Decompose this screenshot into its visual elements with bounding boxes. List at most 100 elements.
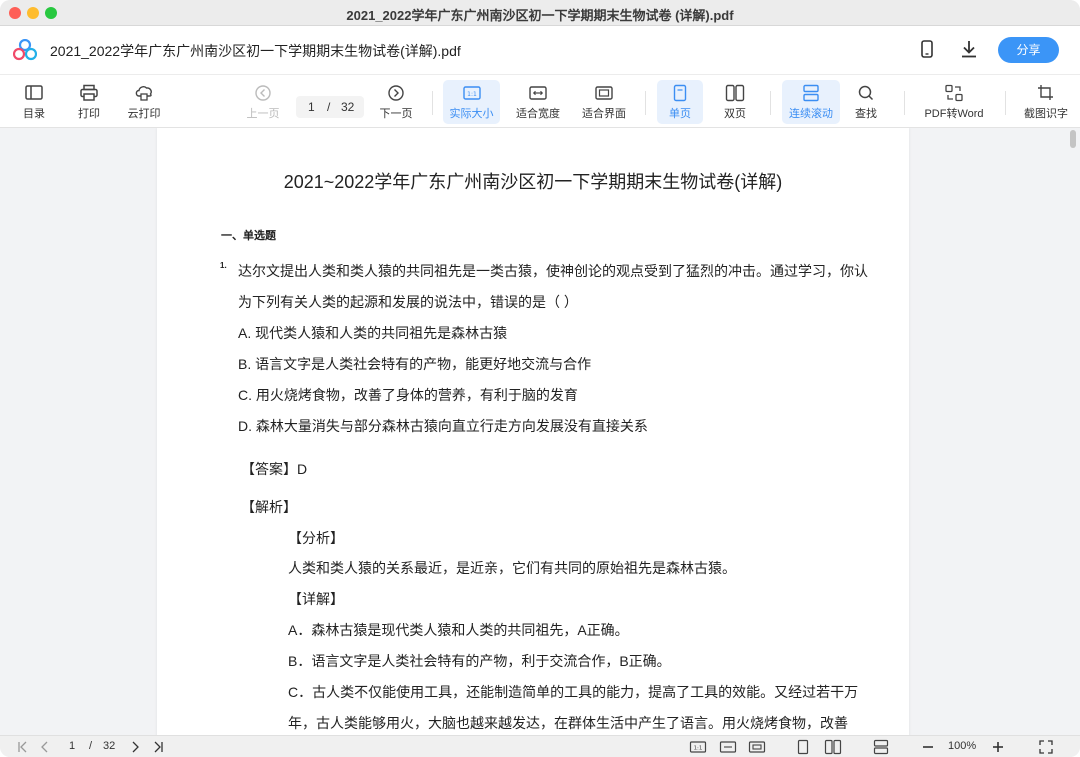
download-icon[interactable] — [958, 38, 980, 60]
detail-line-4: 年，古人类能够用火，大脑也越来越发达，在群体生活中产生了语言。用火烧烤食物，改善 — [288, 715, 848, 731]
page-separator: / — [327, 100, 331, 114]
option-b: B. 语言文字是人类社会特有的产物，能更好地交流与合作 — [238, 356, 592, 372]
print-label: 打印 — [78, 108, 100, 120]
option-c: C. 用火烧烤食物，改善了身体的营养，有利于脑的发育 — [238, 387, 578, 403]
question-text-line-1: 达尔文提出人类和类人猿的共同祖先是一类古猿，使神创论的观点受到了猛烈的冲击。通过… — [238, 263, 868, 279]
share-button[interactable]: 分享 — [998, 37, 1059, 63]
chevron-right-circle-icon — [388, 85, 404, 101]
page-current: 1 — [308, 100, 315, 114]
pdf-page: 2021~2022学年广东广州南沙区初一下学期期末生物试卷(详解) 一、单选题 … — [157, 128, 909, 735]
actual-size-icon[interactable]: 1:1 — [689, 739, 707, 755]
chevron-left-circle-icon — [255, 85, 271, 101]
fit-page-label: 适合界面 — [582, 108, 626, 120]
toolbar-divider — [645, 91, 646, 115]
fit-page-icon[interactable] — [748, 739, 766, 755]
fit-width-icon — [529, 86, 547, 100]
toolbar-divider — [432, 91, 433, 115]
scrollbar-thumb[interactable] — [1070, 130, 1076, 148]
app-logo-icon — [13, 39, 37, 61]
option-a: A. 现代类人猿和人类的共同祖先是森林古猿 — [238, 325, 508, 341]
continuous-scroll-icon[interactable] — [872, 739, 890, 755]
pdf-to-word-label: PDF转Word — [924, 108, 984, 120]
fit-page-button[interactable]: 适合界面 — [576, 80, 632, 124]
page-total: 32 — [341, 100, 355, 114]
cloud-print-label: 云打印 — [127, 108, 161, 120]
continuous-scroll-button[interactable]: 连续滚动 — [782, 80, 840, 124]
page-number-input[interactable]: 1 / 32 — [296, 96, 364, 118]
last-page-icon[interactable] — [151, 739, 165, 755]
answer-label: 【答案】 — [241, 461, 297, 477]
print-button[interactable]: 打印 — [69, 80, 109, 124]
detail-label: 【详解】 — [288, 591, 344, 607]
fit-width-button[interactable]: 适合宽度 — [510, 80, 566, 124]
continuous-scroll-label: 连续滚动 — [789, 108, 833, 120]
analysis-sub-label: 【分析】 — [288, 530, 344, 546]
next-page-label: 下一页 — [379, 108, 413, 120]
title-bar: 2021_2022学年广东广州南沙区初一下学期期末生物试卷 (详解).pdf — [0, 0, 1080, 26]
continuous-scroll-icon — [803, 84, 819, 102]
phone-icon[interactable] — [916, 38, 938, 60]
question-text-line-2: 为下列有关人类的起源和发展的说法中，错误的是（ ） — [238, 294, 578, 310]
toolbar-divider — [1005, 91, 1006, 115]
convert-icon — [945, 84, 963, 102]
chevron-left-icon[interactable] — [38, 739, 52, 755]
first-page-icon[interactable] — [16, 739, 30, 755]
app-window: 2021_2022学年广东广州南沙区初一下学期期末生物试卷 (详解).pdf 2… — [0, 0, 1080, 757]
double-page-icon — [725, 84, 745, 102]
screenshot-ocr-button[interactable]: 截图识字 — [1018, 80, 1074, 124]
double-page-label: 双页 — [724, 108, 746, 120]
pdf-to-word-button[interactable]: PDF转Word — [918, 80, 990, 124]
double-page-icon[interactable] — [824, 739, 842, 755]
answer-line: 【答案】D — [241, 459, 307, 479]
actual-size-icon: 1:1 — [462, 86, 481, 100]
single-page-button[interactable]: 单页 — [657, 80, 703, 124]
toc-button[interactable]: 目录 — [14, 80, 54, 124]
fit-page-icon — [595, 86, 613, 100]
screenshot-ocr-label: 截图识字 — [1024, 108, 1068, 120]
toolbar-divider — [770, 91, 771, 115]
svg-text:1:1: 1:1 — [694, 746, 703, 752]
zoom-level[interactable]: 100% — [948, 740, 976, 752]
single-page-icon[interactable] — [795, 739, 811, 755]
actual-size-label: 实际大小 — [449, 108, 494, 120]
svg-text:1:1: 1:1 — [467, 91, 477, 98]
next-page-button[interactable]: 下一页 — [376, 80, 416, 124]
prev-page-label: 上一页 — [246, 108, 280, 120]
status-bar: 1 / 32 1:1 100% — [0, 735, 1080, 757]
status-page-separator: / — [89, 740, 93, 752]
window-title: 2021_2022学年广东广州南沙区初一下学期期末生物试卷 (详解).pdf — [346, 8, 734, 23]
analysis-label: 【解析】 — [241, 499, 297, 515]
zoom-out-icon[interactable] — [921, 739, 935, 755]
status-page-current[interactable]: 1 — [69, 740, 75, 752]
toc-label: 目录 — [23, 108, 45, 120]
fit-width-label: 适合宽度 — [516, 108, 560, 120]
search-icon — [858, 85, 874, 101]
page-heading: 2021~2022学年广东广州南沙区初一下学期期末生物试卷(详解) — [283, 172, 783, 192]
cloud-print-icon — [135, 86, 152, 101]
prev-page-button[interactable]: 上一页 — [243, 80, 283, 124]
toolbar-divider — [904, 91, 905, 115]
find-button[interactable]: 查找 — [847, 80, 885, 124]
toc-icon — [25, 85, 43, 100]
zoom-in-icon[interactable] — [991, 739, 1005, 755]
vertical-scrollbar[interactable] — [1066, 128, 1080, 735]
option-d: D. 森林大量消失与部分森林古猿向直立行走方向发展没有直接关系 — [238, 418, 648, 434]
actual-size-button[interactable]: 1:1 实际大小 — [443, 80, 500, 124]
fullscreen-icon[interactable] — [1038, 739, 1054, 755]
detail-line-1: A．森林古猿是现代类人猿和人类的共同祖先，A正确。 — [288, 622, 629, 638]
detail-line-3: C．古人类不仅能使用工具，还能制造简单的工具的能力，提高了工具的效能。又经过若干… — [288, 684, 859, 700]
fit-width-icon[interactable] — [719, 739, 737, 755]
double-page-button[interactable]: 双页 — [713, 80, 757, 124]
crop-icon — [1038, 85, 1053, 100]
cloud-print-button[interactable]: 云打印 — [122, 80, 166, 124]
find-label: 查找 — [855, 108, 877, 120]
section-heading: 一、单选题 — [221, 230, 276, 242]
document-viewport[interactable]: 2021~2022学年广东广州南沙区初一下学期期末生物试卷(详解) 一、单选题 … — [0, 128, 1080, 735]
detail-line-2: B．语言文字是人类社会特有的产物，利于交流合作，B正确。 — [288, 653, 671, 669]
answer-value: D — [297, 461, 308, 477]
chevron-right-icon[interactable] — [128, 739, 142, 755]
printer-icon — [80, 84, 98, 101]
single-page-icon — [673, 84, 687, 102]
toolbar: 目录 打印 云打印 上一页 1 / 32 下一页 1:1 实际大小 适合宽度 适… — [0, 74, 1080, 128]
single-page-label: 单页 — [669, 108, 691, 120]
